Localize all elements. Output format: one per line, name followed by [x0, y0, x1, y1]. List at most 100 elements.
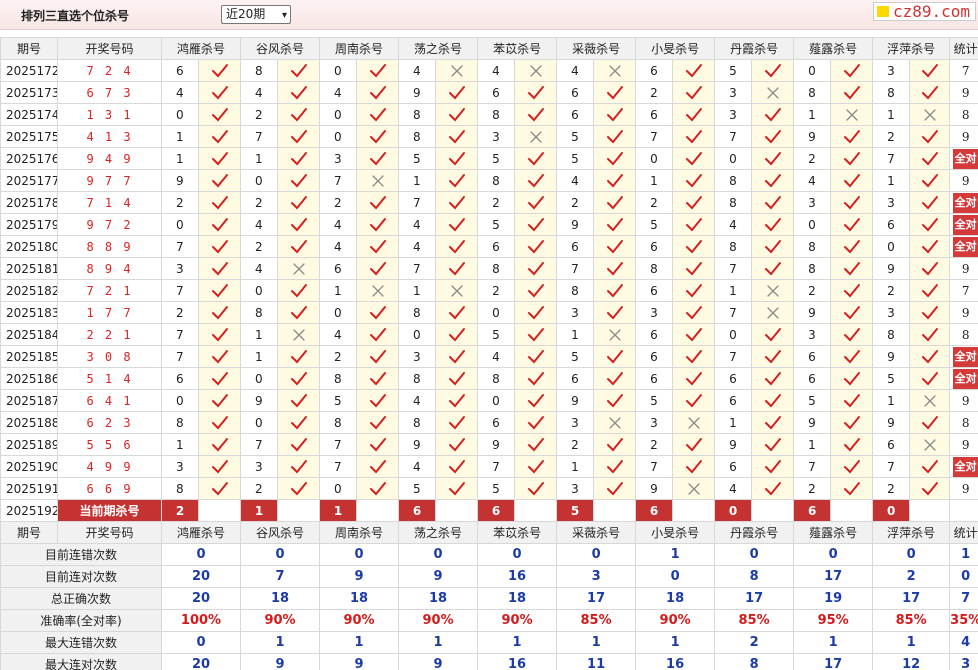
- hit-count: 9: [949, 125, 978, 148]
- result-mark: [356, 301, 400, 324]
- table-row: 2025190 4 9 9 3 3 7 4 7 1 7 6 7 7 全对: [0, 455, 978, 478]
- stats-value: 85%: [872, 609, 951, 632]
- kill-number: 0: [398, 323, 437, 346]
- stats-value: 0: [477, 543, 558, 566]
- draw-number: 1 3 1: [57, 103, 162, 126]
- check-icon: [764, 261, 781, 275]
- result-mark: [277, 279, 321, 302]
- result-mark: [277, 301, 321, 324]
- result-mark: [751, 301, 795, 324]
- result-mark: [197, 367, 242, 390]
- kill-number: 2: [556, 433, 595, 456]
- check-icon: [527, 327, 544, 341]
- check-icon: [448, 239, 465, 253]
- kill-number: 5: [477, 323, 516, 346]
- kill-number: 9: [556, 213, 595, 236]
- result-mark: [514, 279, 558, 302]
- issue-number: 2025173: [0, 81, 58, 104]
- check-icon: [764, 415, 781, 429]
- check-icon: [843, 239, 860, 253]
- stats-value: 17: [793, 565, 874, 588]
- result-mark: [830, 301, 874, 324]
- result-mark: [435, 411, 479, 434]
- issue-number: 2025188: [0, 411, 58, 434]
- kill-number: 0: [319, 125, 358, 148]
- result-mark: [514, 59, 558, 82]
- check-icon: [843, 393, 860, 407]
- result-mark: [909, 433, 951, 456]
- kill-number: 0: [161, 103, 199, 126]
- check-icon: [606, 239, 623, 253]
- result-mark: [277, 235, 321, 258]
- result-mark: [514, 345, 558, 368]
- check-icon: [448, 195, 465, 209]
- result-mark: [593, 59, 637, 82]
- kill-number: 3: [635, 301, 674, 324]
- kill-number: 1: [714, 411, 753, 434]
- check-icon: [843, 437, 860, 451]
- result-mark: [909, 103, 951, 126]
- kill-number: 4: [714, 477, 753, 500]
- result-mark: [672, 59, 716, 82]
- stats-value: 0: [635, 565, 716, 588]
- result-mark: [356, 279, 400, 302]
- result-mark: [435, 147, 479, 170]
- check-icon: [369, 481, 386, 495]
- result-mark: [435, 257, 479, 280]
- check-icon: [369, 415, 386, 429]
- blank-cell: [672, 499, 716, 522]
- check-icon: [369, 437, 386, 451]
- result-mark: [751, 389, 795, 412]
- check-icon: [211, 305, 228, 319]
- current-kill-number: 2: [161, 499, 199, 522]
- column-header: 鸿雁杀号: [160, 521, 242, 544]
- check-icon: [843, 85, 860, 99]
- result-mark: [514, 477, 558, 500]
- check-icon: [290, 481, 307, 495]
- result-mark: [751, 125, 795, 148]
- check-icon: [685, 129, 702, 143]
- kill-number: 7: [714, 301, 753, 324]
- kill-number: 2: [161, 191, 199, 214]
- check-icon: [527, 85, 544, 99]
- check-icon: [211, 349, 228, 363]
- kill-number: 8: [319, 367, 358, 390]
- check-icon: [685, 239, 702, 253]
- kill-number: 4: [398, 455, 437, 478]
- kill-number: 8: [714, 191, 753, 214]
- kill-number: 8: [872, 81, 911, 104]
- check-icon: [369, 327, 386, 341]
- result-mark: [514, 257, 558, 280]
- kill-number: 2: [793, 147, 832, 170]
- result-mark: [277, 257, 321, 280]
- check-icon: [921, 85, 938, 99]
- stats-row: 目前连对次数 20 7 9 9 16 3 0 8 17 2 0: [0, 565, 978, 588]
- kill-number: 4: [161, 81, 199, 104]
- check-icon: [211, 393, 228, 407]
- kill-number: 8: [477, 257, 516, 280]
- kill-number: 8: [477, 169, 516, 192]
- check-icon: [290, 151, 307, 165]
- check-icon: [764, 327, 781, 341]
- page-title: 排列三直选个位杀号: [21, 9, 130, 23]
- kill-number: 8: [477, 367, 516, 390]
- check-icon: [764, 129, 781, 143]
- all-correct-badge: 全对: [952, 236, 978, 257]
- issue-number: 2025179: [0, 213, 58, 236]
- check-icon: [211, 173, 228, 187]
- kill-number: 2: [872, 477, 911, 500]
- kill-number: 9: [161, 169, 199, 192]
- check-icon: [527, 239, 544, 253]
- stats-value: 0: [398, 543, 479, 566]
- result-mark: [356, 323, 400, 346]
- result-mark: [593, 323, 637, 346]
- period-range-select[interactable]: 近20期 ▾: [221, 5, 291, 24]
- check-icon: [211, 283, 228, 297]
- issue-number: 2025184: [0, 323, 58, 346]
- column-header: 浮萍杀号: [872, 37, 951, 60]
- result-mark: [514, 191, 558, 214]
- kill-number: 0: [477, 389, 516, 412]
- site-logo[interactable]: cz89.com: [873, 2, 976, 21]
- result-mark: [593, 81, 637, 104]
- table-row: 2025173 6 7 344496623889: [0, 81, 978, 104]
